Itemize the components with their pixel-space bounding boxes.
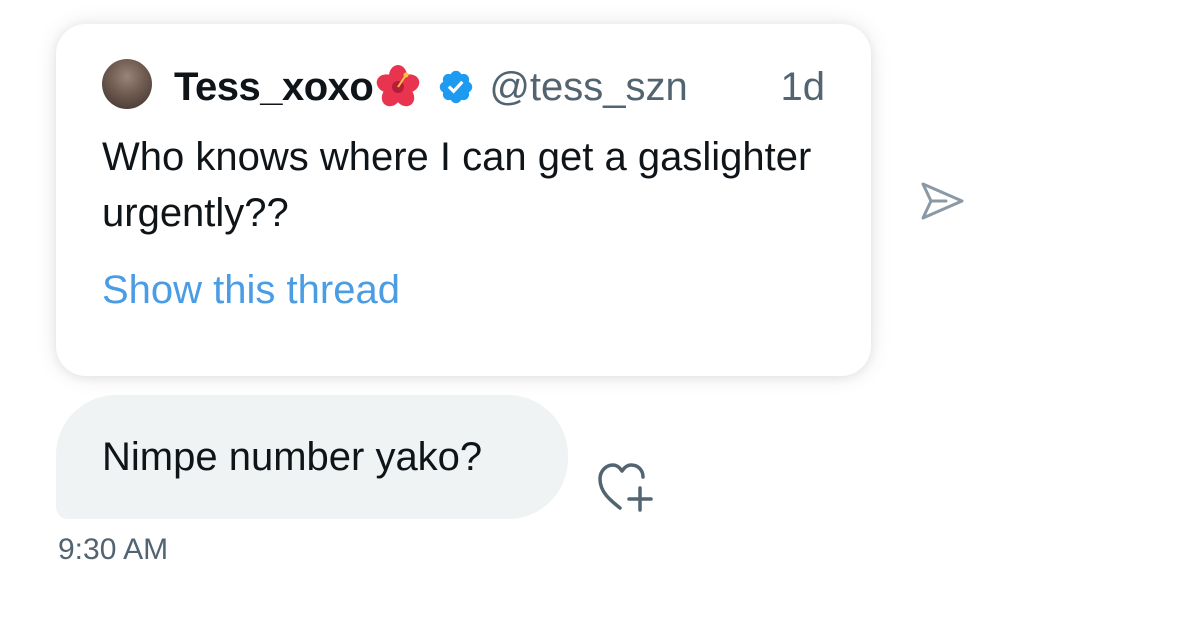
message-bubble[interactable]: Nimpe number yako?: [56, 395, 568, 519]
quoted-tweet-card[interactable]: Tess_xoxo @tess_szn 1d Who knows where I…: [56, 24, 871, 376]
tweet-text: Who knows where I can get a gaslighter u…: [102, 135, 812, 235]
avatar[interactable]: [102, 59, 152, 109]
message-text: Nimpe number yako?: [102, 435, 483, 479]
send-icon[interactable]: [918, 180, 966, 222]
tweet-author-row: Tess_xoxo @tess_szn: [174, 62, 688, 112]
hibiscus-icon: [375, 64, 421, 110]
verified-badge-icon: [437, 68, 475, 106]
show-thread-link[interactable]: Show this thread: [102, 268, 400, 313]
author-name[interactable]: Tess_xoxo: [174, 65, 374, 110]
tweet-timestamp[interactable]: 1d: [781, 62, 826, 112]
heart-plus-icon[interactable]: [596, 460, 658, 516]
message-timestamp: 9:30 AM: [58, 533, 169, 566]
author-handle[interactable]: @tess_szn: [489, 65, 687, 110]
